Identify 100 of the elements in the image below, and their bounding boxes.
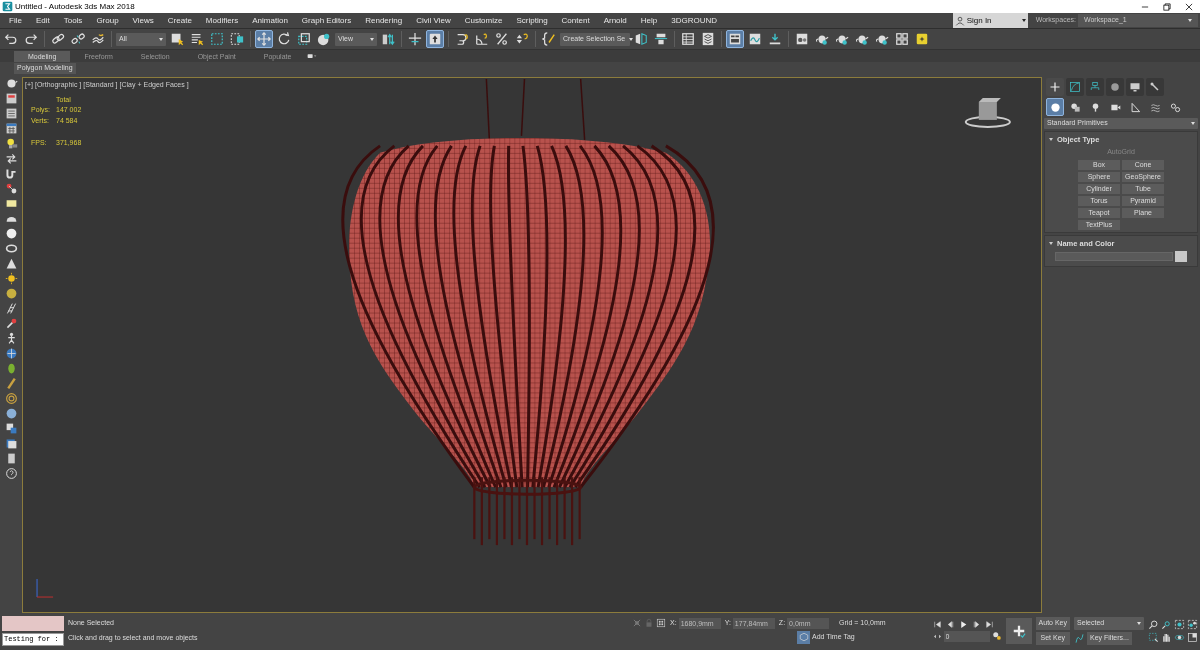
connector-icon[interactable]: [4, 182, 18, 195]
zoom-extents-all-icon[interactable]: [1187, 618, 1198, 630]
menu-item[interactable]: 3DGROUND: [664, 14, 724, 27]
spiral-icon[interactable]: [4, 392, 18, 405]
absolute-mode-icon[interactable]: [656, 618, 666, 628]
magnifier-icon[interactable]: [1148, 618, 1159, 630]
ladder-icon[interactable]: [4, 302, 18, 315]
time-configuration-icon[interactable]: [991, 631, 1002, 641]
ball-icon[interactable]: [1109, 81, 1121, 93]
set-keys-button[interactable]: [1005, 617, 1032, 644]
menu-item[interactable]: Modifiers: [198, 14, 246, 27]
menu-item[interactable]: Customize: [457, 14, 510, 27]
key-tangent-icon[interactable]: [1074, 632, 1085, 644]
curve-editor-icon[interactable]: [748, 32, 762, 46]
menu-item[interactable]: Edit: [28, 14, 57, 27]
zoom-extents-icon[interactable]: [1174, 618, 1185, 630]
calendar-grid-icon[interactable]: [4, 122, 18, 135]
crosshair-icon[interactable]: [408, 32, 422, 46]
help-icon[interactable]: [4, 467, 18, 480]
rollout-toggle-icon[interactable]: [1049, 241, 1053, 245]
sphere-icon[interactable]: [4, 407, 18, 420]
menu-item[interactable]: Create: [160, 14, 199, 27]
mirror-icon[interactable]: [634, 32, 648, 46]
select-object-icon[interactable]: [170, 32, 184, 46]
scale-square-icon[interactable]: [297, 32, 311, 46]
pivot-icon[interactable]: [381, 32, 395, 46]
panel-icon[interactable]: [4, 92, 18, 105]
wrench-icon[interactable]: [4, 317, 18, 330]
star-tile-icon[interactable]: [915, 32, 929, 46]
list-icon[interactable]: [4, 107, 18, 120]
next-frame-icon[interactable]: [971, 619, 981, 629]
menu-item[interactable]: Arnold: [596, 14, 634, 27]
wave-icon[interactable]: [91, 32, 105, 46]
menu-item[interactable]: Group: [89, 14, 126, 27]
zoom-region-icon[interactable]: [1148, 631, 1159, 643]
hierarchy-icon[interactable]: [1089, 81, 1101, 93]
render-frame-icon[interactable]: [795, 32, 809, 46]
move-arrows-icon[interactable]: [257, 32, 271, 46]
hand-icon[interactable]: [1161, 631, 1172, 643]
menu-item[interactable]: Content: [554, 14, 597, 27]
sphere-icon[interactable]: [1049, 101, 1061, 113]
angle-snap-icon[interactable]: [475, 32, 489, 46]
disc-icon[interactable]: [4, 287, 18, 300]
name-field[interactable]: [1055, 252, 1173, 261]
monitor-icon[interactable]: [1129, 81, 1141, 93]
go-to-start-icon[interactable]: [932, 619, 942, 629]
menu-item[interactable]: Graph Editors: [294, 14, 359, 27]
triangle-ruler-icon[interactable]: [1129, 101, 1141, 113]
torus-icon[interactable]: [4, 242, 18, 255]
cone-icon[interactable]: [4, 257, 18, 270]
menu-item[interactable]: Views: [125, 14, 161, 27]
globe-icon[interactable]: [4, 347, 18, 360]
sign-in-dropdown[interactable]: Sign In: [952, 13, 1028, 28]
menu-item[interactable]: Rendering: [358, 14, 410, 27]
dashed-rectangle-icon[interactable]: [210, 32, 224, 46]
shapes-icon[interactable]: [1069, 101, 1081, 113]
selection-set-icon[interactable]: [542, 32, 556, 46]
menu-item[interactable]: Animation: [245, 14, 295, 27]
menu-item[interactable]: Scripting: [509, 14, 555, 27]
render-to-bar-icon[interactable]: [768, 32, 782, 46]
menu-item[interactable]: Help: [633, 14, 665, 27]
sphere-icon[interactable]: [4, 227, 18, 240]
keyboard-toggle-icon[interactable]: [428, 32, 442, 46]
menu-item[interactable]: Tools: [56, 14, 90, 27]
brush-icon[interactable]: [4, 377, 18, 390]
listener-output[interactable]: [2, 615, 64, 631]
sphere-icon[interactable]: [317, 32, 331, 46]
viewcube-drawing[interactable]: [964, 97, 1011, 128]
waves-icon[interactable]: [1149, 101, 1161, 113]
cube-icon[interactable]: [4, 437, 18, 450]
curve-icon[interactable]: [1069, 81, 1081, 93]
list-cursor-icon[interactable]: [190, 32, 204, 46]
lightbulb-icon[interactable]: [4, 137, 18, 150]
ribbon-icon[interactable]: [728, 32, 742, 46]
percent-snap-icon[interactable]: [495, 32, 509, 46]
color-swatch[interactable]: [1175, 251, 1187, 262]
spinner-snap-icon[interactable]: [515, 32, 529, 46]
wrench-icon[interactable]: [1149, 81, 1161, 93]
puzzle-icon[interactable]: [4, 422, 18, 435]
box-icon[interactable]: [4, 197, 18, 210]
undo-icon[interactable]: [4, 32, 18, 46]
gears-icon[interactable]: [1169, 101, 1181, 113]
maximize-icon[interactable]: [1162, 1, 1172, 12]
time-tag-button[interactable]: [797, 630, 810, 644]
zoom-all-icon[interactable]: [1161, 618, 1172, 630]
previous-frame-icon[interactable]: [945, 619, 955, 629]
menu-item[interactable]: Civil View: [409, 14, 458, 27]
table-icon[interactable]: [681, 32, 695, 46]
broken-link-icon[interactable]: [71, 32, 85, 46]
align-icon[interactable]: [654, 32, 668, 46]
sun-icon[interactable]: [4, 272, 18, 285]
grid-icon[interactable]: [895, 32, 909, 46]
plus-icon[interactable]: [1049, 81, 1061, 93]
maximize-viewport-icon[interactable]: [1187, 631, 1198, 643]
redo-icon[interactable]: [24, 32, 38, 46]
go-to-end-icon[interactable]: [984, 619, 994, 629]
window-crossing-icon[interactable]: [230, 32, 244, 46]
rollout-toggle-icon[interactable]: [1049, 138, 1053, 142]
pipe-icon[interactable]: [4, 167, 18, 180]
rotate-arrow-icon[interactable]: [277, 32, 291, 46]
